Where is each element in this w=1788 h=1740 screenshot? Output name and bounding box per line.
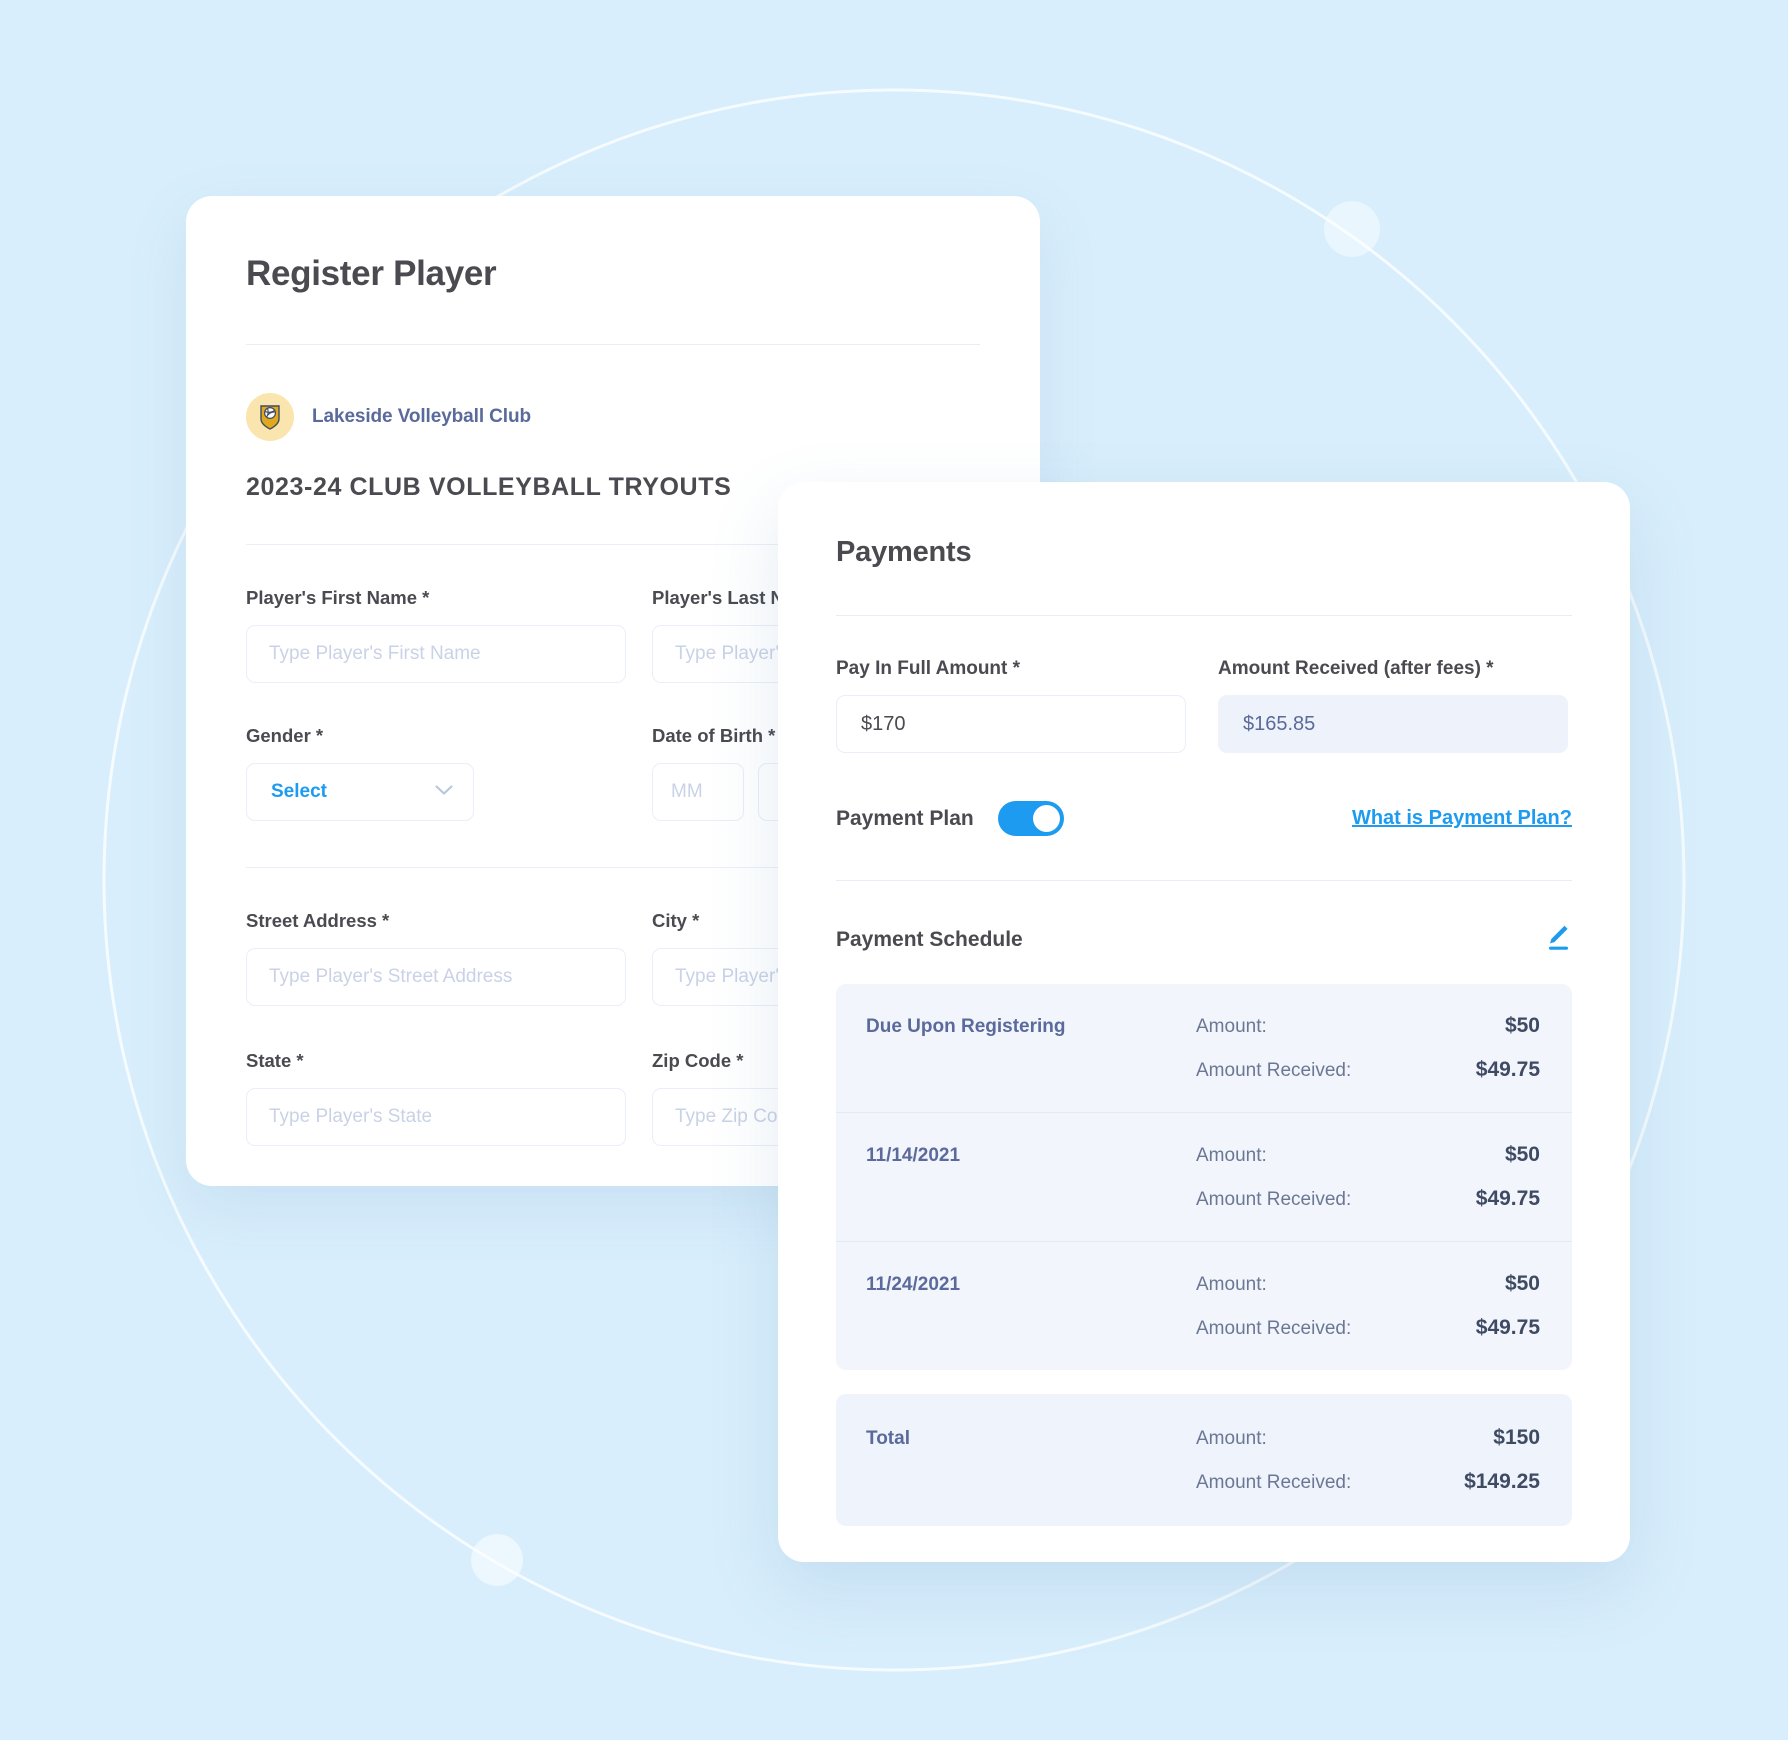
- table-row: 11/14/2021 Amount: $50 Amount Received: …: [836, 1113, 1572, 1242]
- schedule-amount-key: Amount:: [1196, 1274, 1267, 1295]
- schedule-received-key: Amount Received:: [1196, 1318, 1352, 1339]
- pay-in-full-label: Pay In Full Amount *: [836, 658, 1021, 679]
- payments-title: Payments: [836, 536, 972, 568]
- schedule-received-key: Amount Received:: [1196, 1060, 1352, 1081]
- pencil-edit-icon[interactable]: [1540, 921, 1572, 958]
- dob-month-input[interactable]: MM: [652, 763, 744, 821]
- schedule-when: 11/24/2021: [866, 1274, 961, 1295]
- payment-amount-row: Pay In Full Amount * $170 Amount Receive…: [836, 658, 1572, 753]
- schedule-amount-value: $50: [1504, 1143, 1540, 1166]
- state-field-block: State * Type Player's State: [246, 1050, 626, 1146]
- payments-divider: [836, 615, 1572, 616]
- amount-received-input: $165.85: [1218, 695, 1568, 753]
- total-received-value: $149.25: [1464, 1470, 1540, 1493]
- title-divider: [246, 344, 980, 345]
- total-amount-key: Amount:: [1196, 1428, 1267, 1449]
- first-name-label: Player's First Name *: [246, 587, 430, 608]
- page-title: Register Player: [246, 254, 497, 293]
- payment-plan-toggle[interactable]: [997, 801, 1064, 836]
- payments-card: Payments Pay In Full Amount * $170 Amoun…: [778, 482, 1630, 1562]
- payment-schedule-list: Due Upon Registering Amount: $50 Amount …: [836, 984, 1572, 1370]
- schedule-amount-key: Amount:: [1196, 1145, 1267, 1166]
- dob-month-placeholder: MM: [671, 781, 703, 802]
- gender-selected-value: Select: [271, 781, 327, 802]
- schedule-received-value: $49.75: [1475, 1187, 1540, 1210]
- gender-label: Gender *: [246, 725, 324, 746]
- amount-received-block: Amount Received (after fees) * $165.85: [1218, 658, 1568, 753]
- schedule-received-value: $49.75: [1475, 1316, 1540, 1339]
- payment-plan-row: Payment Plan What is Payment Plan?: [836, 801, 1572, 836]
- table-row: 11/24/2021 Amount: $50 Amount Received: …: [836, 1242, 1572, 1370]
- schedule-when: Due Upon Registering: [866, 1016, 1066, 1037]
- state-input[interactable]: Type Player's State: [246, 1088, 626, 1146]
- pay-in-full-block: Pay In Full Amount * $170: [836, 658, 1186, 753]
- total-label: Total: [866, 1428, 910, 1449]
- amount-received-label: Amount Received (after fees) *: [1218, 658, 1494, 679]
- payment-plan-divider: [836, 880, 1572, 881]
- what-is-payment-plan-link[interactable]: What is Payment Plan?: [1352, 807, 1572, 830]
- street-address-input[interactable]: Type Player's Street Address: [246, 948, 626, 1006]
- gender-select[interactable]: Select: [246, 763, 474, 821]
- first-name-input[interactable]: Type Player's First Name: [246, 625, 626, 683]
- total-amount-value: $150: [1493, 1426, 1540, 1449]
- first-name-field-block: Player's First Name * Type Player's Firs…: [246, 587, 626, 683]
- street-address-field-block: Street Address * Type Player's Street Ad…: [246, 910, 626, 1006]
- toggle-knob: [1032, 805, 1060, 832]
- gender-field-block: Gender * Select: [246, 725, 626, 821]
- schedule-when: 11/14/2021: [866, 1145, 961, 1166]
- pay-in-full-input[interactable]: $170: [836, 695, 1186, 753]
- schedule-amount-value: $50: [1504, 1014, 1540, 1037]
- club-row: Lakeside Volleyball Club: [246, 393, 980, 441]
- first-name-placeholder: Type Player's First Name: [269, 643, 481, 664]
- volleyball-shield-icon: [246, 393, 294, 441]
- payment-schedule-title: Payment Schedule: [836, 927, 1023, 951]
- state-placeholder: Type Player's State: [269, 1106, 433, 1127]
- payment-schedule-header: Payment Schedule: [836, 921, 1572, 958]
- payment-plan-label: Payment Plan: [836, 806, 974, 830]
- street-address-placeholder: Type Player's Street Address: [269, 966, 513, 987]
- chevron-down-icon: [435, 783, 453, 801]
- street-address-label: Street Address *: [246, 910, 390, 931]
- payment-total-row: Total Amount: $150 Amount Received: $149…: [836, 1394, 1572, 1526]
- schedule-amount-value: $50: [1504, 1272, 1540, 1295]
- schedule-amount-key: Amount:: [1196, 1016, 1267, 1037]
- state-label: State *: [246, 1050, 304, 1071]
- schedule-received-value: $49.75: [1475, 1058, 1540, 1081]
- club-name: Lakeside Volleyball Club: [312, 406, 531, 427]
- total-received-key: Amount Received:: [1196, 1472, 1352, 1493]
- table-row: Due Upon Registering Amount: $50 Amount …: [836, 984, 1572, 1113]
- schedule-received-key: Amount Received:: [1196, 1189, 1352, 1210]
